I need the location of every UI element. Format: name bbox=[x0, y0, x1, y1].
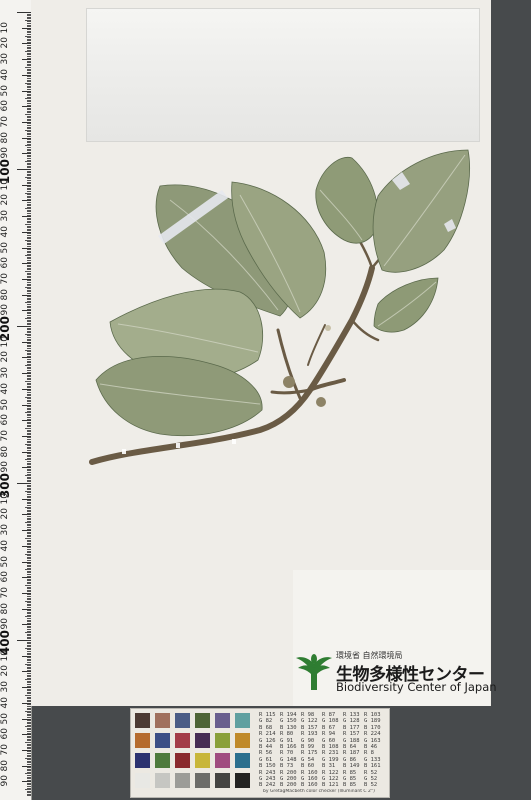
color-value-cell: B 121 bbox=[322, 782, 339, 789]
tree-logo-icon bbox=[296, 654, 332, 690]
color-swatch bbox=[215, 733, 230, 748]
color-card-caption: by GretagMacbeth color checker (Illumina… bbox=[263, 789, 375, 794]
color-value-cell: B 85 bbox=[343, 782, 357, 789]
color-swatch bbox=[155, 753, 170, 768]
color-swatch bbox=[135, 713, 150, 728]
leaf-top-right-small bbox=[315, 156, 379, 244]
color-value-cell: B 242 bbox=[259, 782, 276, 789]
color-swatch bbox=[175, 713, 190, 728]
leaf-right-small bbox=[373, 277, 439, 333]
color-swatch bbox=[135, 753, 150, 768]
color-swatch bbox=[235, 733, 250, 748]
color-swatch bbox=[215, 713, 230, 728]
color-swatch bbox=[155, 713, 170, 728]
color-swatch bbox=[215, 773, 230, 788]
color-swatch bbox=[135, 773, 150, 788]
color-value-cell: B 160 bbox=[301, 782, 318, 789]
color-swatch bbox=[155, 773, 170, 788]
color-swatch bbox=[235, 773, 250, 788]
color-swatch bbox=[155, 733, 170, 748]
color-swatch bbox=[175, 733, 190, 748]
color-swatch bbox=[195, 753, 210, 768]
color-value-cell: B 52 bbox=[364, 782, 378, 789]
color-swatch bbox=[215, 753, 230, 768]
color-swatch bbox=[235, 713, 250, 728]
color-values-table: R 115 R 194 R 98 R 87 R 133 R 103 G 82 G 150 G 1… bbox=[259, 711, 387, 789]
color-swatch bbox=[195, 713, 210, 728]
color-value-cell: B 200 bbox=[280, 782, 297, 789]
color-swatch bbox=[195, 733, 210, 748]
color-swatch bbox=[195, 773, 210, 788]
center-name-english: Biodiversity Center of Japan bbox=[336, 680, 497, 694]
herbarium-scan: 10 20 30 40 50 60 70 80 90 100 10 20 30 40 50 60 70 80 90 2… bbox=[0, 0, 531, 800]
color-swatch bbox=[135, 733, 150, 748]
color-swatch bbox=[175, 753, 190, 768]
color-swatch bbox=[175, 773, 190, 788]
color-swatch bbox=[235, 753, 250, 768]
